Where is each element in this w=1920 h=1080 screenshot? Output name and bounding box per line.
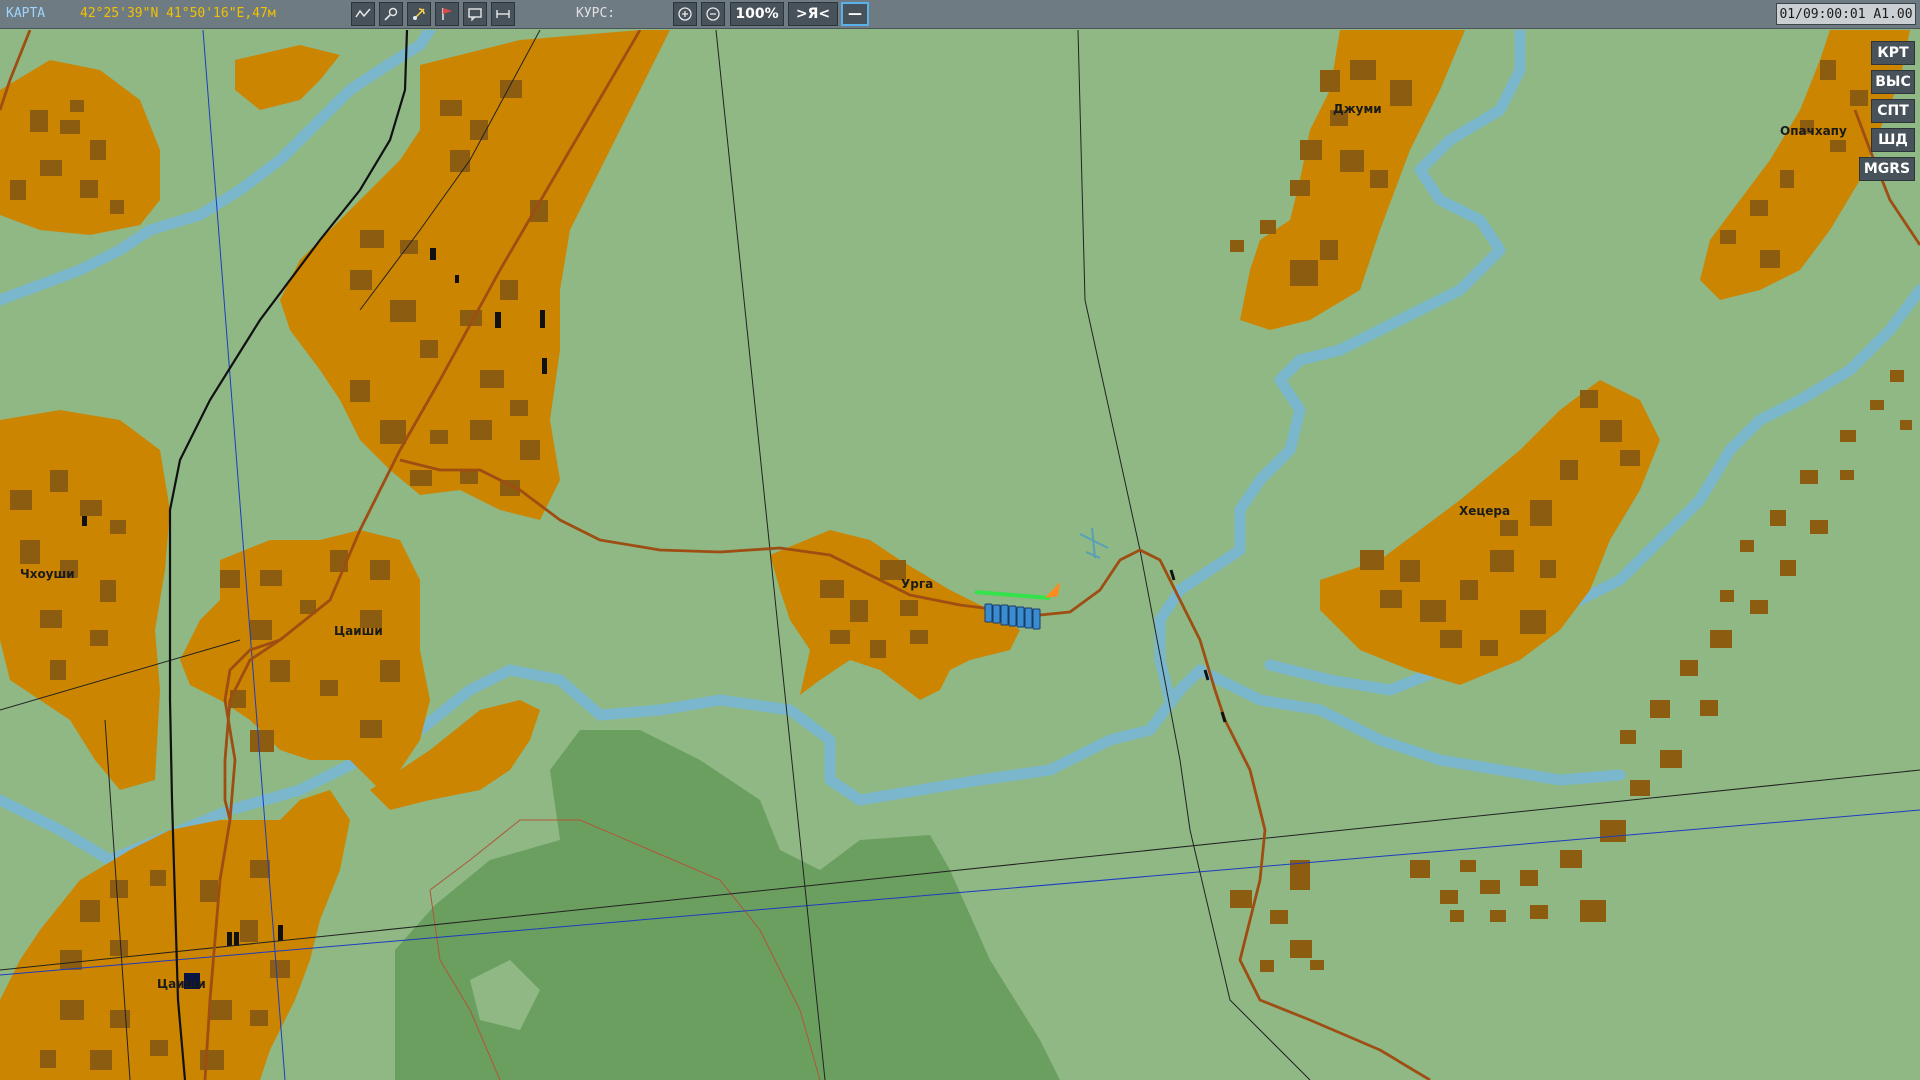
ruler-tool-icon (384, 7, 398, 21)
plus-circle-icon (678, 7, 692, 21)
mission-time-display: 01/09:00:01 A1.00 (1776, 3, 1916, 25)
town-label-urga: Урга (901, 577, 933, 591)
flag-tool-button[interactable] (435, 2, 459, 26)
distance-icon (496, 10, 510, 18)
comment-tool-button[interactable] (463, 2, 487, 26)
route-tool-button[interactable] (351, 2, 375, 26)
map-canvas[interactable]: Джуми Опачхапу Чхоуши Цаиши Урга Хецера … (0, 30, 1920, 1080)
line-tool-button[interactable]: — (841, 2, 869, 26)
minus-circle-icon (706, 7, 720, 21)
town-label-opachkhapu: Опачхапу (1780, 124, 1847, 138)
ruler-tool-button[interactable] (379, 2, 403, 26)
route-icon (355, 8, 371, 18)
town-label-khetsera: Хецера (1459, 504, 1510, 518)
comment-icon (468, 8, 482, 22)
top-toolbar: КАРТА 42°25'39"N 41°50'16"E,47м КУРС: 10… (0, 0, 1920, 29)
map-layer-button-krt[interactable]: КРТ (1871, 41, 1915, 65)
town-label-chkhoushi: Чхоуши (20, 567, 75, 581)
town-label-dzhumi: Джуми (1333, 102, 1382, 116)
zoom-level[interactable]: 100% (730, 2, 784, 26)
flag-icon (442, 8, 452, 20)
course-label: КУРС: (576, 6, 616, 21)
town-label-bottom: Цаиши (157, 977, 206, 991)
zoom-in-button[interactable] (673, 2, 697, 26)
map-mode-label: КАРТА (6, 6, 46, 21)
town-label-tsaishi: Цаиши (334, 624, 383, 638)
distance-tool-button[interactable] (491, 2, 515, 26)
map-layer-button-shd[interactable]: ШД (1871, 128, 1915, 152)
map-layer-button-mgrs[interactable]: MGRS (1859, 157, 1915, 181)
cursor-coordinates: 42°25'39"N 41°50'16"E,47м (80, 6, 276, 21)
zoom-out-button[interactable] (701, 2, 725, 26)
target-icon (413, 8, 425, 20)
target-tool-button[interactable] (407, 2, 431, 26)
map-layer-button-spt[interactable]: СПТ (1871, 99, 1915, 123)
map-layer-button-vys[interactable]: ВЫС (1871, 70, 1915, 94)
center-on-self-button[interactable]: >Я< (788, 2, 838, 26)
